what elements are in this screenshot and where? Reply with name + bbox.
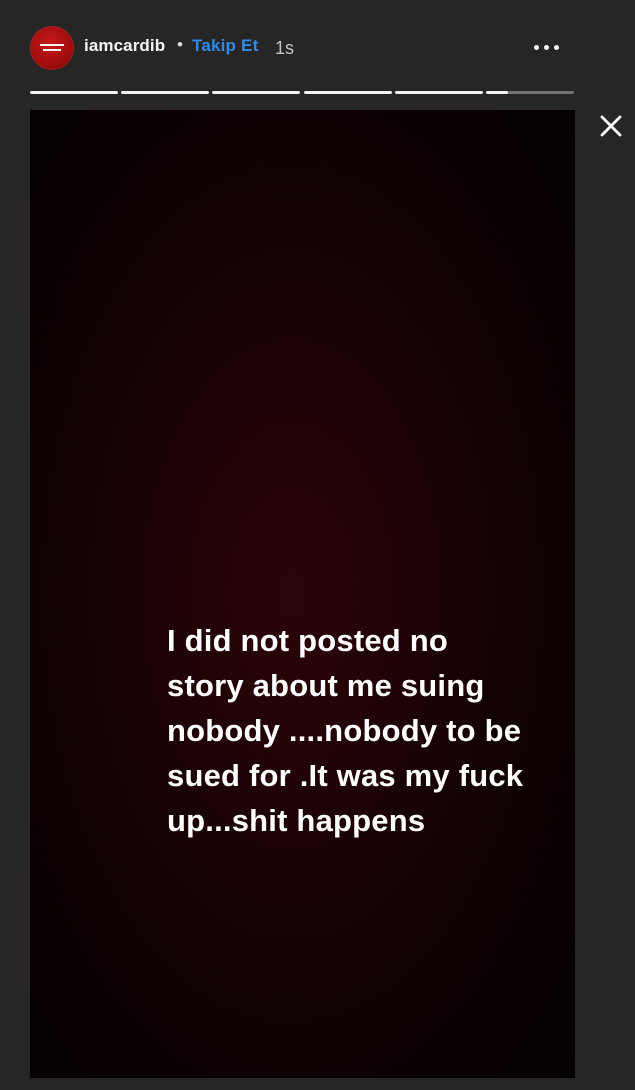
story-time-ago: 1s — [275, 38, 295, 58]
story-progress-segment — [30, 91, 119, 94]
story-viewer-screen: iamcardib • Takip Et 1s I did not posted… — [0, 0, 635, 1090]
more-options-icon[interactable] — [530, 35, 566, 59]
profile-avatar[interactable] — [30, 26, 74, 70]
story-progress-bar — [30, 91, 574, 94]
story-progress-segment — [303, 91, 392, 94]
more-options-dot — [544, 45, 549, 50]
story-header: iamcardib • Takip Et 1s — [0, 0, 635, 90]
story-progress-fill — [30, 91, 119, 94]
story-progress-fill — [212, 91, 301, 94]
story-media[interactable]: I did not posted no story about me suing… — [30, 110, 575, 1078]
story-text: I did not posted no story about me suing… — [167, 623, 524, 838]
story-progress-segment — [212, 91, 301, 94]
story-progress-fill — [121, 91, 210, 94]
close-icon[interactable] — [596, 111, 626, 141]
breonna-taylor-avatar-art — [40, 44, 64, 51]
story-progress-segment — [121, 91, 210, 94]
profile-username[interactable]: iamcardib — [84, 36, 165, 56]
story-progress-segment — [485, 91, 574, 94]
close-icon-svg — [600, 115, 622, 137]
more-options-dot — [554, 45, 559, 50]
story-progress-fill — [394, 91, 483, 94]
story-progress-fill — [303, 91, 392, 94]
header-separator: • — [177, 35, 183, 54]
more-options-dot — [534, 45, 539, 50]
follow-button[interactable]: Takip Et — [192, 36, 258, 56]
story-progress-segment — [394, 91, 483, 94]
story-progress-fill — [485, 91, 508, 94]
